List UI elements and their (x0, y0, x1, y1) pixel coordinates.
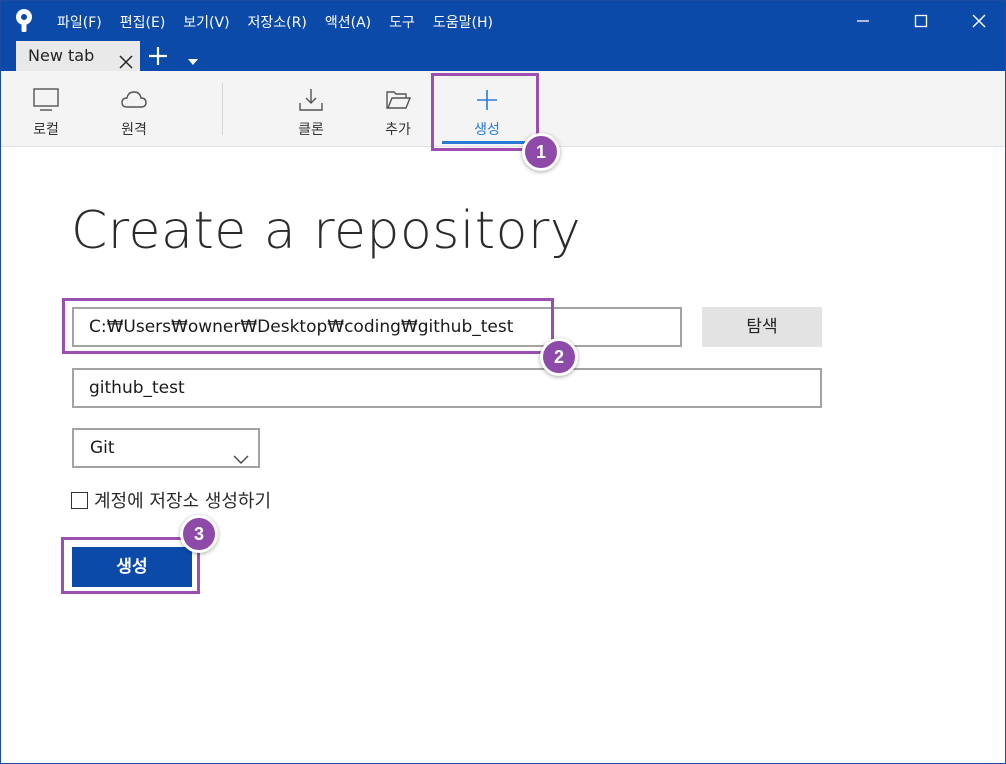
menu-file[interactable]: 파일(F) (57, 12, 102, 32)
step-badge-2: 2 (540, 338, 578, 376)
highlight-box-create-tool (431, 73, 539, 151)
vcs-type-value: Git (90, 438, 115, 458)
sourcetree-logo-icon (13, 8, 35, 34)
step-badge-3: 3 (180, 515, 218, 553)
add-tab-icon[interactable] (147, 45, 169, 67)
monitor-icon (33, 88, 59, 111)
tool-add-label: 추가 (385, 122, 411, 138)
tool-remote-label: 원격 (121, 122, 147, 138)
highlight-box-create-button (61, 537, 200, 594)
cloud-icon (121, 91, 147, 108)
highlight-box-path (62, 298, 554, 354)
page-title: Create a repository (71, 201, 582, 261)
toolbar-separator (222, 83, 223, 135)
tool-clone[interactable]: 클론 (271, 71, 351, 147)
create-account-repo-checkbox[interactable] (71, 491, 88, 509)
tab-bar: New tab (1, 41, 1005, 71)
step-badge-1: 1 (522, 133, 560, 171)
tab-new-tab[interactable]: New tab (16, 41, 140, 71)
tab-dropdown-icon[interactable] (187, 52, 199, 65)
menu-help[interactable]: 도움말(H) (433, 12, 493, 32)
folder-open-icon (386, 91, 412, 109)
close-icon (972, 14, 986, 28)
maximize-icon (914, 14, 928, 28)
minimize-icon (857, 20, 869, 22)
download-icon (299, 89, 323, 111)
chevron-down-icon (233, 442, 249, 464)
menu-view[interactable]: 보기(V) (183, 12, 229, 32)
tool-add[interactable]: 추가 (358, 71, 438, 147)
tool-remote[interactable]: 원격 (94, 71, 174, 147)
menu-tools[interactable]: 도구 (389, 12, 415, 32)
maximize-button[interactable] (901, 7, 941, 35)
tab-label: New tab (28, 46, 95, 65)
menu-edit[interactable]: 편집(E) (120, 12, 166, 32)
title-bar: 파일(F) 편집(E) 보기(V) 저장소(R) 액션(A) 도구 도움말(H) (1, 1, 1005, 41)
tool-clone-label: 클론 (298, 122, 324, 138)
create-account-repo-label: 계정에 저장소 생성하기 (94, 491, 272, 512)
tool-local[interactable]: 로컬 (6, 71, 86, 147)
tab-close-icon[interactable] (119, 49, 133, 69)
app-window: 파일(F) 편집(E) 보기(V) 저장소(R) 액션(A) 도구 도움말(H) (0, 0, 1006, 764)
menu-bar: 파일(F) 편집(E) 보기(V) 저장소(R) 액션(A) 도구 도움말(H) (57, 12, 511, 32)
browse-button[interactable]: 탐색 (702, 307, 822, 347)
vcs-type-select[interactable]: Git (72, 428, 260, 468)
create-account-repo-option: 계정에 저장소 생성하기 (71, 489, 272, 512)
close-window-button[interactable] (959, 7, 999, 35)
menu-repository[interactable]: 저장소(R) (248, 12, 307, 32)
tool-local-label: 로컬 (33, 122, 59, 138)
repository-name-input[interactable]: github_test (72, 368, 822, 408)
menu-actions[interactable]: 액션(A) (325, 12, 371, 32)
minimize-button[interactable] (843, 7, 883, 35)
